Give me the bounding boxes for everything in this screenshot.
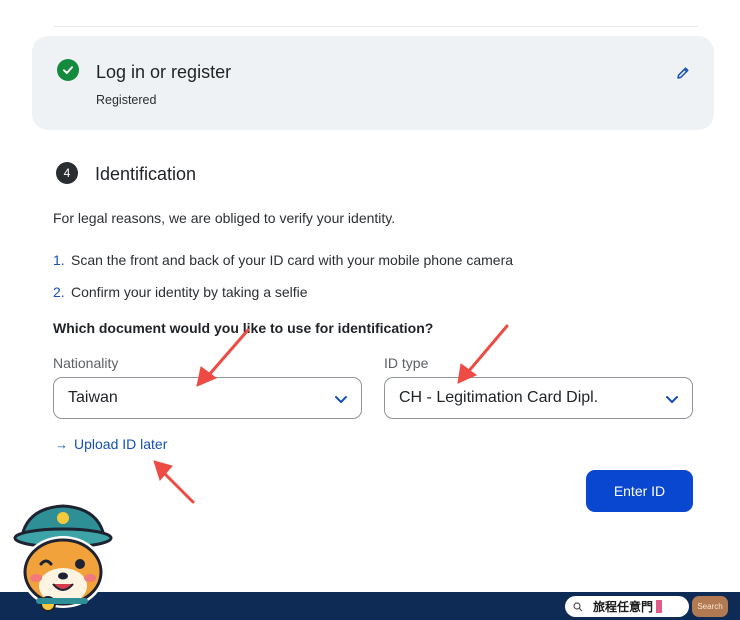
id-type-select[interactable]: CH - Legitimation Card Dipl. (384, 377, 693, 419)
footer-brand-text: 旅程任意門 (593, 600, 654, 614)
upload-later-label: Upload ID later (74, 436, 168, 452)
list-item-text: Confirm your identity by taking a selfie (71, 284, 308, 300)
list-item: 1. Scan the front and back of your ID ca… (53, 252, 513, 284)
login-step-card: Log in or register Registered (32, 36, 714, 130)
intro-text: For legal reasons, we are obliged to ver… (53, 210, 396, 226)
edit-pencil-icon[interactable] (672, 62, 694, 84)
id-type-value: CH - Legitimation Card Dipl. (399, 389, 599, 406)
id-type-label: ID type (384, 355, 429, 371)
chevron-down-icon (335, 396, 347, 403)
arrow-right-icon: → (55, 436, 68, 452)
upload-later-link[interactable]: → Upload ID later (55, 436, 167, 452)
shiba-mascot-logo (13, 504, 113, 612)
document-question: Which document would you like to use for… (53, 320, 434, 336)
bookmark-icon (656, 600, 663, 613)
step-number-badge: 4 (56, 162, 78, 184)
list-item-number: 1. (53, 252, 65, 268)
login-step-status: Registered (96, 93, 157, 107)
chevron-down-icon (666, 396, 678, 403)
annotation-arrowhead (153, 460, 173, 482)
login-step-title: Log in or register (96, 62, 232, 82)
list-item: 2. Confirm your identity by taking a sel… (53, 284, 513, 316)
check-icon (57, 59, 79, 81)
nationality-select[interactable]: Taiwan (53, 377, 362, 419)
instruction-list: 1. Scan the front and back of your ID ca… (53, 252, 513, 316)
footer-search-button[interactable]: Search (692, 596, 728, 617)
top-divider (53, 26, 698, 27)
annotation-arrow (206, 328, 250, 378)
nationality-value: Taiwan (68, 389, 118, 406)
nationality-label: Nationality (53, 355, 119, 371)
search-icon (573, 601, 583, 611)
list-item-text: Scan the front and back of your ID card … (71, 252, 514, 268)
annotation-arrow (466, 324, 509, 374)
annotation-arrow (161, 470, 195, 504)
footer-search-input[interactable]: 旅程任意門 (565, 596, 689, 617)
list-item-number: 2. (53, 284, 65, 300)
section-title: Identification (95, 164, 197, 184)
enter-id-button[interactable]: Enter ID (586, 470, 693, 512)
